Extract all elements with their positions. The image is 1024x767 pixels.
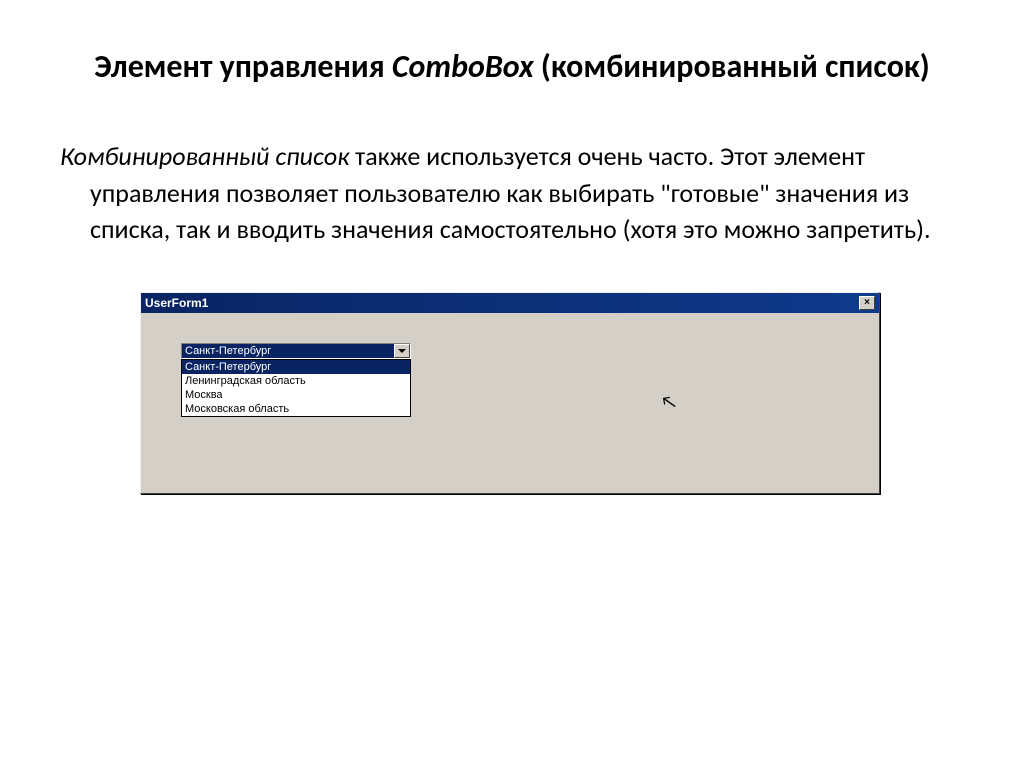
title-text-1: Элемент управления [94,47,392,86]
body-paragraph: Комбинированный список также используетс… [60,138,964,247]
title-text-2: (комбинированный список) [534,47,930,86]
form-body: Санкт-Петербург Ленинградская область Мо… [141,313,879,493]
titlebar: UserForm1 × [141,293,879,313]
close-button[interactable]: × [859,296,875,310]
dropdown-item[interactable]: Московская область [182,402,410,416]
combobox-input[interactable] [182,344,394,358]
userform-window: UserForm1 × Санкт-Петербург Ленинградска… [140,292,880,494]
chevron-down-icon [398,349,406,353]
page-title: Элемент управления ComboBox (комбинирова… [60,45,964,88]
window-title: UserForm1 [145,296,208,310]
cursor-icon: ↖ [659,390,678,414]
combobox[interactable] [181,343,411,359]
dropdown-list[interactable]: Санкт-Петербург Ленинградская область Мо… [181,359,411,417]
combobox-dropdown-button[interactable] [394,344,410,358]
dropdown-item[interactable]: Санкт-Петербург [182,360,410,374]
dropdown-item[interactable]: Москва [182,388,410,402]
close-icon: × [864,297,870,308]
paragraph-italic: Комбинированный список [60,140,349,172]
dropdown-item[interactable]: Ленинградская область [182,374,410,388]
title-italic: ComboBox [392,47,534,86]
